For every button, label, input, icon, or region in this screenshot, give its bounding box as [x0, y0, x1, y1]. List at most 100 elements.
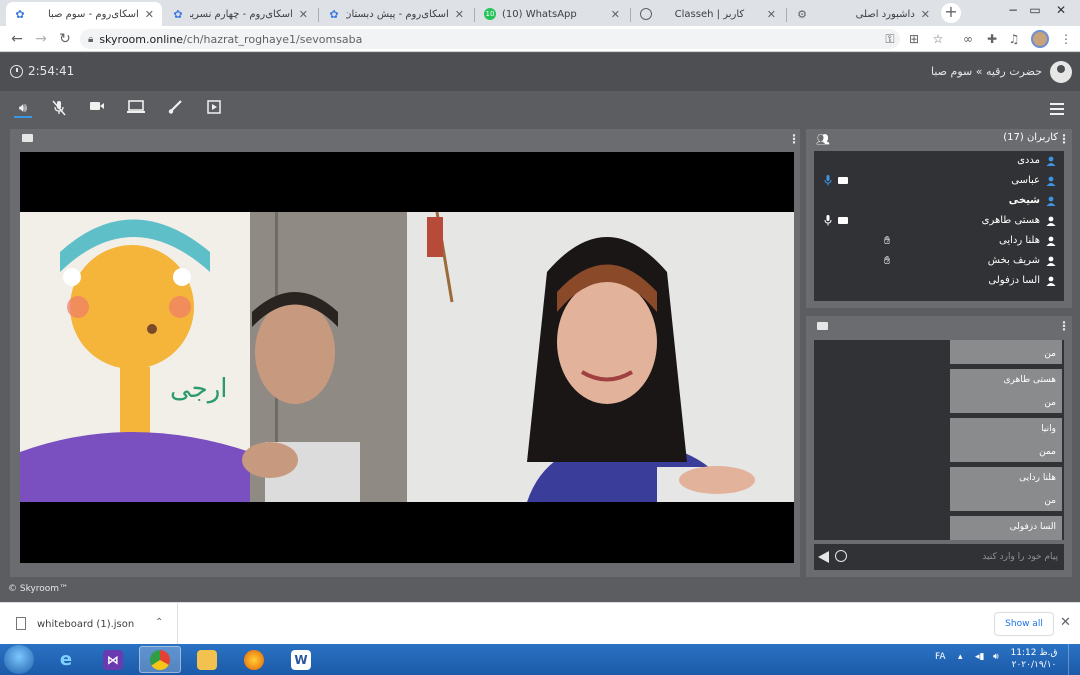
- forward-icon[interactable]: →: [32, 30, 50, 48]
- skyroom-icon: ✿: [329, 7, 339, 21]
- users-panel: 👥︎ کاربران (17) ⋮ مددی عباسی شیخی هستی طاهر…: [806, 129, 1072, 308]
- reload-icon[interactable]: ↻: [56, 30, 74, 48]
- chevron-up-icon[interactable]: ⌃: [155, 617, 163, 628]
- user-list: مددی عباسی شیخی هستی طاهری هلنا ردایی ✋︎ شریف …: [814, 151, 1064, 301]
- chat-message: من: [950, 340, 1062, 364]
- user-icon: [1046, 276, 1056, 286]
- bookmark-star-icon[interactable]: ☆: [930, 31, 946, 47]
- tab-2[interactable]: ✿ اسکای‌روم - چهارم نسرین ✕: [164, 2, 316, 26]
- close-icon[interactable]: ✕: [1060, 615, 1071, 630]
- user-row[interactable]: هلنا ردایی ✋︎: [814, 231, 1064, 251]
- panel-menu-icon[interactable]: ⋮: [1058, 319, 1070, 333]
- windows-start-icon[interactable]: [4, 645, 34, 674]
- volume-icon[interactable]: 🔊︎: [993, 652, 999, 662]
- url-field[interactable]: 🔒︎ skyroom.online /ch/hazrat_roghaye1/se…: [80, 29, 900, 49]
- classroom-toolbar: 🔊︎: [0, 91, 1080, 127]
- whatsapp-icon: 10: [484, 8, 496, 20]
- taskbar-firefox[interactable]: [233, 646, 275, 673]
- media-icon[interactable]: ♫: [1006, 31, 1022, 47]
- key-icon[interactable]: ⚿: [882, 31, 898, 47]
- close-tab-icon[interactable]: ✕: [767, 8, 776, 21]
- camera-icon[interactable]: [88, 100, 106, 118]
- camera-icon[interactable]: [838, 177, 848, 184]
- taskbar-explorer[interactable]: [186, 646, 228, 673]
- media-player-icon[interactable]: [205, 100, 223, 118]
- taskbar-chrome[interactable]: [139, 646, 181, 673]
- folder-icon: [197, 649, 217, 670]
- raised-hand-icon[interactable]: ✋︎: [884, 254, 890, 268]
- download-item[interactable]: whiteboard (1).json ⌃: [0, 603, 178, 645]
- language-indicator[interactable]: FA: [935, 652, 946, 662]
- file-icon: [16, 617, 26, 630]
- camera-icon[interactable]: [838, 217, 848, 224]
- timer-value: 2:54:41: [28, 64, 75, 78]
- user-row[interactable]: شیخی: [814, 191, 1064, 211]
- user-row[interactable]: شریف بخش ✋︎: [814, 251, 1064, 271]
- chat-input-bar: [814, 544, 1064, 570]
- clock-date: ۲۰۲۰/۱۹/۱۰: [1011, 660, 1057, 670]
- raised-hand-icon[interactable]: ✋︎: [884, 234, 890, 248]
- chat-message-input[interactable]: [854, 548, 1058, 566]
- system-clock[interactable]: 11:12 ق.ظ ۲۰۲۰/۱۹/۱۰: [1010, 647, 1058, 671]
- taskbar-vs[interactable]: ⋈: [92, 646, 134, 673]
- user-row[interactable]: عباسی: [814, 171, 1064, 191]
- speaker-icon[interactable]: 🔊︎: [14, 100, 32, 118]
- user-name: السا دزفولی: [988, 275, 1040, 286]
- panel-menu-icon[interactable]: ⋮: [788, 132, 800, 146]
- back-icon[interactable]: ←: [8, 30, 26, 48]
- emoji-icon[interactable]: [835, 550, 847, 562]
- tray-arrow-icon[interactable]: ▴: [958, 652, 963, 662]
- user-row[interactable]: مددی: [814, 151, 1064, 171]
- room-title: حضرت رقیه » سوم صبا: [931, 65, 1042, 78]
- user-row[interactable]: هستی طاهری: [814, 211, 1064, 231]
- tab-title: Classeh | کاربر: [674, 8, 745, 20]
- close-window-icon[interactable]: ✕: [1050, 0, 1072, 22]
- close-tab-icon[interactable]: ✕: [611, 8, 620, 21]
- taskbar-ie[interactable]: e: [45, 646, 87, 673]
- chat-message-list: من هستی طاهری من وانیا ممن هلنا ردایی من السا د…: [814, 340, 1064, 540]
- tab-5[interactable]: Classeh | کاربر ✕: [632, 2, 784, 26]
- mic-muted-icon[interactable]: [50, 100, 68, 118]
- minimize-icon[interactable]: −: [1002, 0, 1024, 22]
- new-tab-button[interactable]: +: [941, 3, 961, 23]
- user-row[interactable]: السا دزفولی: [814, 271, 1064, 291]
- app-header: 2:54:41 حضرت رقیه » سوم صبا: [0, 53, 1080, 91]
- tab-title: داشبورد اصلی: [855, 8, 915, 20]
- tab-4[interactable]: 10 (10) WhatsApp ✕: [476, 2, 628, 26]
- profile-avatar[interactable]: [1031, 30, 1049, 48]
- address-bar-row: ← → ↻ 🔒︎ skyroom.online /ch/hazrat_rogha…: [0, 26, 1080, 52]
- menu-kebab-icon[interactable]: ⋮: [1058, 31, 1074, 47]
- show-desktop-button[interactable]: [1068, 644, 1080, 675]
- network-icon[interactable]: ◂▮: [975, 652, 984, 662]
- tab-6[interactable]: ⚙ داشبورد اصلی ✕: [788, 2, 938, 26]
- maximize-icon[interactable]: ▭: [1024, 0, 1046, 22]
- panel-menu-icon[interactable]: ⋮: [1058, 132, 1070, 146]
- close-tab-icon[interactable]: ✕: [455, 8, 464, 21]
- mic-icon[interactable]: [824, 215, 832, 229]
- tab-1[interactable]: ✿ اسکای‌روم - سوم صبا ✕: [6, 2, 162, 26]
- tab-title: اسکای‌روم - سوم صبا: [47, 8, 139, 20]
- puzzle-icon[interactable]: ✚: [984, 31, 1000, 47]
- main-menu-icon[interactable]: [1050, 103, 1064, 115]
- extension-icon[interactable]: ∞: [960, 31, 976, 47]
- user-account-icon[interactable]: [1050, 61, 1072, 83]
- tab-3[interactable]: ✿ اسکای‌روم - پیش دبستان دنیا ✕: [320, 2, 472, 26]
- translate-icon[interactable]: ⊞: [906, 31, 922, 47]
- tab-strip: ✿ اسکای‌روم - سوم صبا ✕ ✿ اسکای‌روم - چه…: [0, 0, 1080, 26]
- mic-icon[interactable]: [824, 175, 832, 189]
- clock-time: 11:12 ق.ظ: [1010, 648, 1058, 658]
- chat-panel-header: ⋮: [806, 316, 1072, 336]
- close-tab-icon[interactable]: ✕: [145, 8, 154, 21]
- tab-divider: [630, 8, 631, 22]
- chat-text: من: [1044, 398, 1056, 408]
- close-tab-icon[interactable]: ✕: [921, 8, 930, 21]
- user-icon: [1046, 176, 1056, 186]
- user-icon: [1046, 256, 1056, 266]
- taskbar-word[interactable]: W: [280, 646, 322, 673]
- close-tab-icon[interactable]: ✕: [299, 8, 308, 21]
- chat-sender: هلنا ردایی: [1019, 473, 1056, 483]
- send-icon[interactable]: [818, 551, 829, 563]
- screen-share-icon[interactable]: [127, 100, 145, 118]
- show-all-button[interactable]: Show all: [994, 612, 1054, 636]
- whiteboard-brush-icon[interactable]: [166, 100, 184, 118]
